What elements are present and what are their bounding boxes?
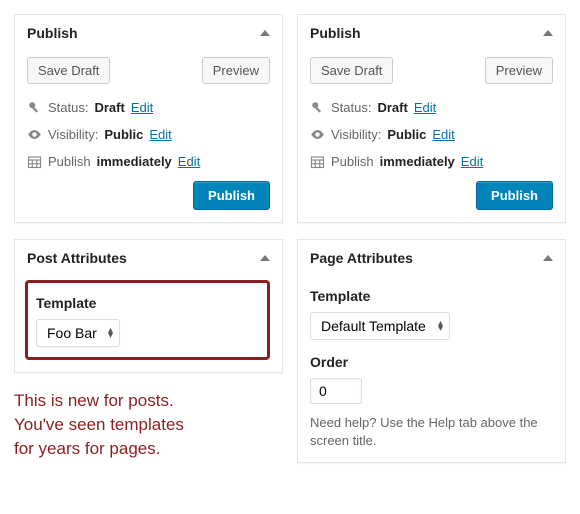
visibility-row: Visibility: Public Edit [310, 121, 553, 148]
schedule-row: Publish immediately Edit [27, 148, 270, 175]
visibility-label: Visibility: [331, 127, 381, 142]
template-select[interactable]: Foo Bar [36, 319, 120, 347]
panel-body: Save Draft Preview Status: Draft Edit Vi… [15, 51, 282, 222]
status-value: Draft [94, 100, 124, 115]
triangle-up-icon [260, 255, 270, 261]
calendar-icon [310, 154, 325, 169]
preview-button[interactable]: Preview [202, 57, 270, 84]
panel-toggle[interactable]: Post Attributes [15, 240, 282, 276]
status-edit-link[interactable]: Edit [131, 100, 153, 115]
panel-title: Publish [27, 25, 78, 41]
panel-title: Page Attributes [310, 250, 413, 266]
status-label: Status: [48, 100, 88, 115]
visibility-edit-link[interactable]: Edit [432, 127, 454, 142]
status-row: Status: Draft Edit [27, 94, 270, 121]
template-select[interactable]: Default Template [310, 312, 450, 340]
schedule-edit-link[interactable]: Edit [461, 154, 483, 169]
key-icon [27, 100, 42, 115]
schedule-edit-link[interactable]: Edit [178, 154, 200, 169]
save-draft-button[interactable]: Save Draft [27, 57, 110, 84]
triangle-up-icon [260, 30, 270, 36]
visibility-label: Visibility: [48, 127, 98, 142]
annotation-line: for years for pages. [14, 437, 283, 461]
eye-icon [27, 127, 42, 142]
schedule-row: Publish immediately Edit [310, 148, 553, 175]
panel-toggle[interactable]: Publish [15, 15, 282, 51]
status-edit-link[interactable]: Edit [414, 100, 436, 115]
panel-title: Post Attributes [27, 250, 127, 266]
status-label: Status: [331, 100, 371, 115]
order-label: Order [310, 354, 553, 370]
template-select-wrap: Foo Bar ▴▾ [36, 319, 120, 347]
schedule-value: immediately [380, 154, 455, 169]
status-value: Draft [377, 100, 407, 115]
panel-toggle[interactable]: Publish [298, 15, 565, 51]
visibility-value: Public [104, 127, 143, 142]
order-input[interactable] [310, 378, 362, 404]
triangle-up-icon [543, 255, 553, 261]
template-select-wrap: Default Template ▴▾ [310, 312, 450, 340]
panel-toggle[interactable]: Page Attributes [298, 240, 565, 276]
visibility-value: Public [387, 127, 426, 142]
help-text: Need help? Use the Help tab above the sc… [310, 414, 553, 450]
schedule-label: Publish [48, 154, 91, 169]
highlight-box: Template Foo Bar ▴▾ [25, 280, 270, 360]
schedule-label: Publish [331, 154, 374, 169]
schedule-value: immediately [97, 154, 172, 169]
template-label: Template [36, 295, 259, 311]
publish-button[interactable]: Publish [476, 181, 553, 210]
annotation-line: This is new for posts. [14, 389, 283, 413]
save-draft-button[interactable]: Save Draft [310, 57, 393, 84]
page-attributes-panel: Page Attributes Template Default Templat… [297, 239, 566, 463]
template-label: Template [310, 288, 553, 304]
calendar-icon [27, 154, 42, 169]
key-icon [310, 100, 325, 115]
annotation-text: This is new for posts. You've seen templ… [14, 389, 283, 460]
publish-panel-page: Publish Save Draft Preview Status: Draft… [297, 14, 566, 223]
triangle-up-icon [543, 30, 553, 36]
visibility-edit-link[interactable]: Edit [149, 127, 171, 142]
status-row: Status: Draft Edit [310, 94, 553, 121]
publish-button[interactable]: Publish [193, 181, 270, 210]
post-attributes-panel: Post Attributes Template Foo Bar ▴▾ [14, 239, 283, 373]
panel-title: Publish [310, 25, 361, 41]
preview-button[interactable]: Preview [485, 57, 553, 84]
publish-panel-post: Publish Save Draft Preview Status: Draft… [14, 14, 283, 223]
annotation-line: You've seen templates [14, 413, 283, 437]
visibility-row: Visibility: Public Edit [27, 121, 270, 148]
eye-icon [310, 127, 325, 142]
